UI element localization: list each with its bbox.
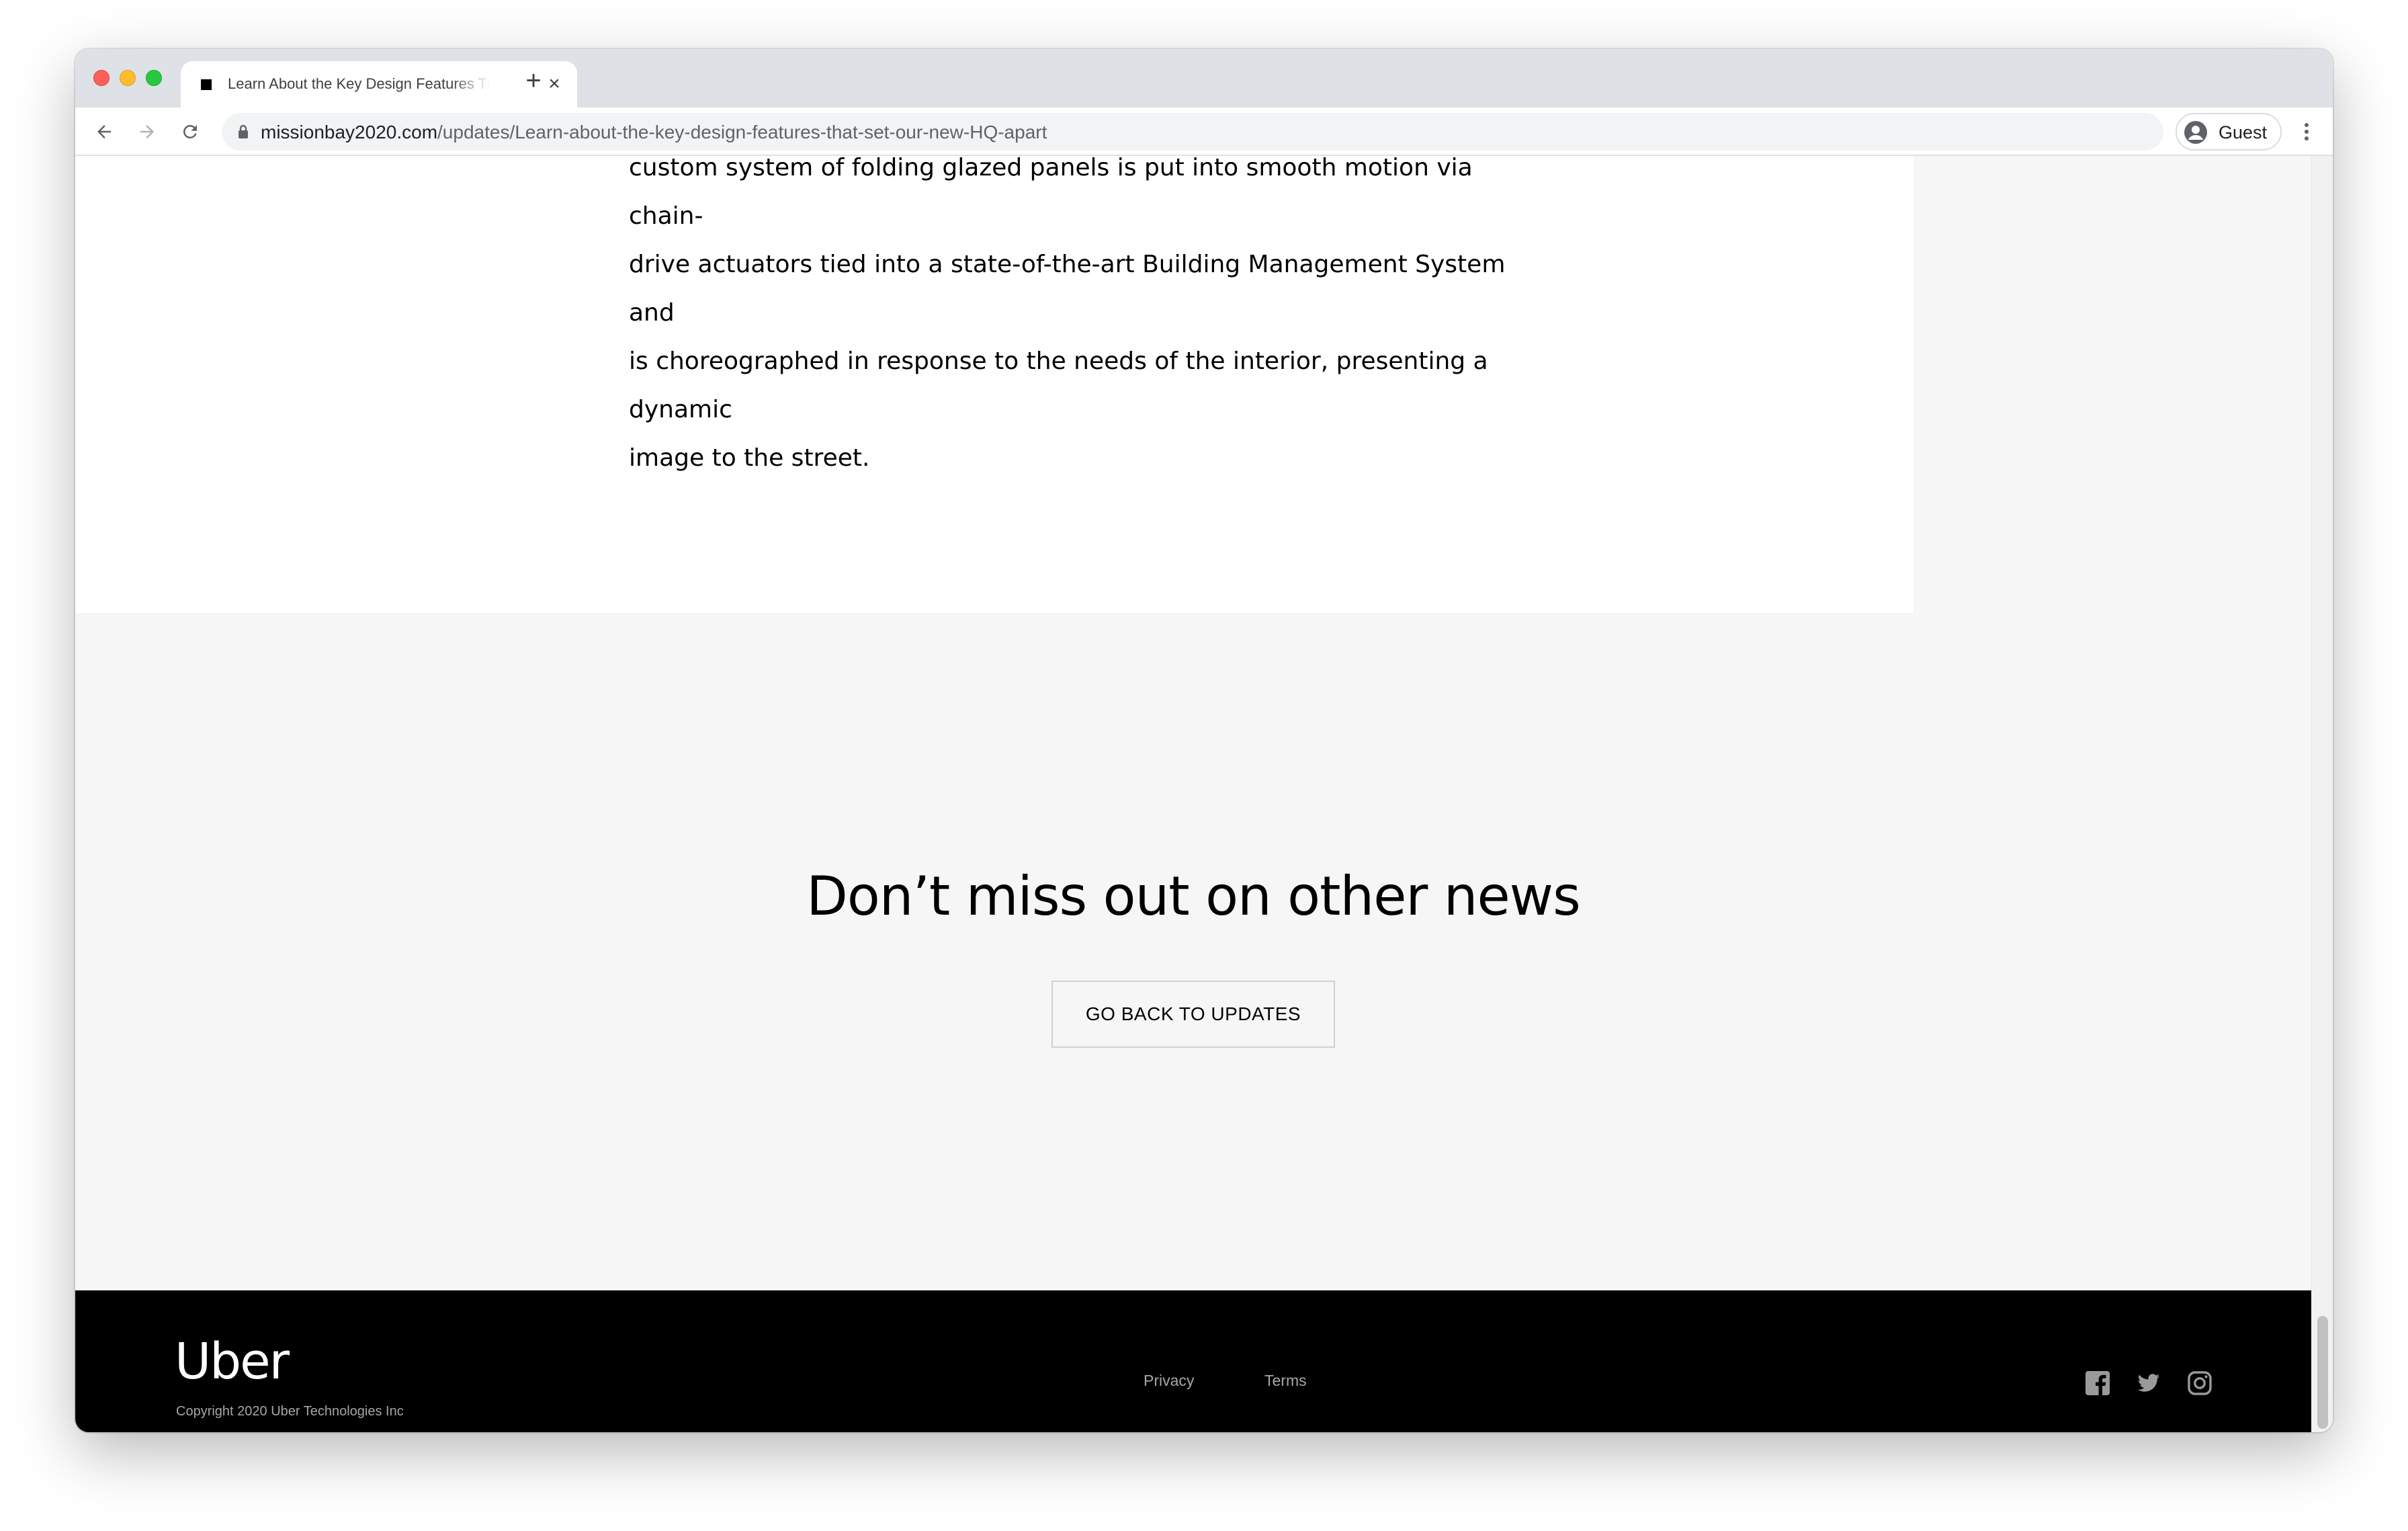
profile-label: Guest xyxy=(2219,122,2268,142)
arrow-left-icon xyxy=(97,125,111,138)
copyright-text: Copyright 2020 Uber Technologies Inc xyxy=(176,1404,404,1419)
site-favicon-icon xyxy=(201,79,212,90)
cta-heading: Don’t miss out on other news xyxy=(806,865,1581,927)
close-window-button[interactable] xyxy=(93,70,110,86)
avatar-icon xyxy=(2184,121,2207,144)
terms-link[interactable]: Terms xyxy=(1264,1371,1307,1390)
browser-toolbar: missionbay2020.com/updates/Learn-about-t… xyxy=(75,108,2333,156)
article-line: drive actuators tied into a state-of-the… xyxy=(629,251,1506,327)
go-back-to-updates-button[interactable]: GO BACK TO UPDATES xyxy=(1051,981,1335,1048)
facebook-icon[interactable] xyxy=(2084,1370,2111,1397)
kebab-menu-icon xyxy=(2305,123,2309,140)
reload-icon xyxy=(183,124,197,138)
forward-button[interactable] xyxy=(132,116,163,147)
article-line: image to the street. xyxy=(629,444,870,472)
minimize-window-button[interactable] xyxy=(120,70,136,86)
page-viewport: custom system of folding glazed panels i… xyxy=(75,156,2333,1432)
arrow-right-icon xyxy=(140,125,154,138)
reload-button[interactable] xyxy=(175,116,206,147)
maximize-window-button[interactable] xyxy=(146,70,162,86)
plus-icon: + xyxy=(525,66,542,95)
back-button[interactable] xyxy=(89,116,120,147)
scrollbar-thumb[interactable] xyxy=(2317,1316,2328,1429)
tab-title: Learn About the Key Design Features That… xyxy=(228,75,490,92)
browser-menu-button[interactable] xyxy=(2291,116,2322,147)
tab-active[interactable]: Learn About the Key Design Features That… xyxy=(181,61,577,108)
twitter-icon[interactable] xyxy=(2135,1370,2162,1397)
article-line: is choreographed in response to the need… xyxy=(629,347,1488,423)
lock-icon xyxy=(239,124,248,138)
vertical-scrollbar[interactable] xyxy=(2311,156,2333,1432)
url-host: missionbay2020.com xyxy=(261,122,438,142)
article-body: custom system of folding glazed panels i… xyxy=(75,156,1914,613)
browser-window: Learn About the Key Design Features That… xyxy=(75,49,2333,1432)
privacy-link[interactable]: Privacy xyxy=(1144,1371,1194,1390)
url-path: /updates/Learn-about-the-key-design-feat… xyxy=(437,122,1047,142)
instagram-icon[interactable] xyxy=(2186,1370,2213,1397)
tab-strip: Learn About the Key Design Features That… xyxy=(75,49,2333,108)
article-paragraph: custom system of folding glazed panels i… xyxy=(629,156,1522,483)
uber-logo[interactable]: Uber xyxy=(175,1335,290,1389)
url-text: missionbay2020.com/updates/Learn-about-t… xyxy=(261,122,1047,143)
new-tab-button[interactable]: + xyxy=(519,66,548,95)
address-bar[interactable]: missionbay2020.com/updates/Learn-about-t… xyxy=(222,113,2163,151)
site-footer: Uber Copyright 2020 Uber Technologies In… xyxy=(75,1290,2311,1432)
profile-button[interactable]: Guest xyxy=(2176,113,2282,151)
article-line: custom system of folding glazed panels i… xyxy=(629,156,1473,230)
